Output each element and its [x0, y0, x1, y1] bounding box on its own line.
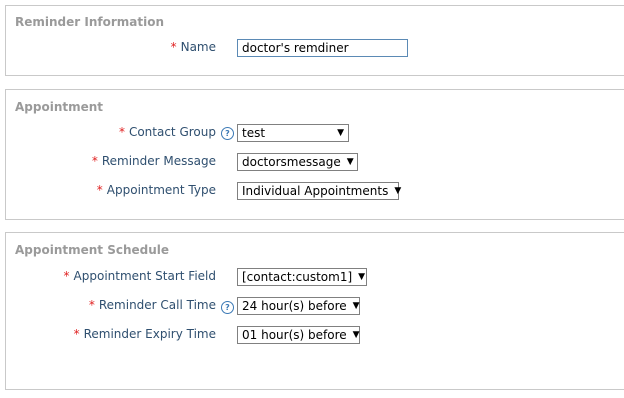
- start-field-label: Appointment Start Field: [73, 269, 216, 283]
- chevron-down-icon: ▼: [346, 157, 354, 167]
- chevron-down-icon: ▼: [394, 186, 402, 196]
- chevron-down-icon: ▼: [337, 128, 344, 138]
- required-marker: *: [73, 327, 80, 341]
- appointment-type-select[interactable]: Individual Appointments ▼: [237, 182, 402, 200]
- expiry-time-label: Reminder Expiry Time: [83, 327, 216, 341]
- appointment-type-label-row: * Appointment Type: [6, 183, 216, 199]
- chevron-down-icon: ▼: [358, 272, 366, 282]
- required-marker: *: [118, 125, 125, 139]
- call-time-value: 24 hour(s) before: [242, 299, 347, 313]
- required-marker: *: [63, 269, 70, 283]
- start-field-select[interactable]: [contact:custom1] ▼: [237, 268, 367, 286]
- section-title: Reminder Information: [15, 15, 164, 29]
- start-field-value: [contact:custom1]: [242, 270, 353, 284]
- chevron-down-icon: ▼: [352, 301, 360, 311]
- required-marker: *: [88, 298, 95, 312]
- call-time-label: Reminder Call Time: [98, 298, 216, 312]
- section-title: Appointment: [15, 100, 104, 114]
- reminder-message-label-row: * Reminder Message: [6, 154, 216, 170]
- appointment-type-value: Individual Appointments: [242, 184, 389, 198]
- appointment-section: Appointment * Contact Group ? test ▼ * Rem…: [5, 89, 624, 220]
- reminder-information-section: Reminder Information * Name: [5, 5, 624, 76]
- contact-group-select[interactable]: test ▼: [237, 124, 349, 142]
- appointment-type-label: Appointment Type: [106, 183, 216, 197]
- contact-group-label-row: * Contact Group: [6, 125, 216, 141]
- expiry-time-value: 01 hour(s) before: [242, 328, 347, 342]
- contact-group-label: Contact Group: [128, 125, 216, 139]
- reminder-message-select[interactable]: doctorsmessage ▼: [237, 153, 358, 171]
- chevron-down-icon: ▼: [352, 330, 360, 340]
- reminder-message-label: Reminder Message: [101, 154, 216, 168]
- call-time-select[interactable]: 24 hour(s) before ▼: [237, 297, 360, 315]
- call-time-label-row: * Reminder Call Time: [6, 298, 216, 314]
- required-marker: *: [96, 183, 103, 197]
- contact-group-value: test: [242, 126, 266, 140]
- name-input[interactable]: [237, 39, 408, 57]
- section-title: Appointment Schedule: [15, 243, 170, 257]
- appointment-schedule-section: Appointment Schedule * Appointment Start …: [5, 232, 624, 390]
- name-label-row: * Name: [6, 40, 216, 56]
- expiry-time-label-row: * Reminder Expiry Time: [6, 327, 216, 343]
- start-field-label-row: * Appointment Start Field: [6, 269, 216, 285]
- expiry-time-select[interactable]: 01 hour(s) before ▼: [237, 326, 360, 344]
- reminder-message-value: doctorsmessage: [242, 155, 341, 169]
- help-icon[interactable]: ?: [221, 301, 234, 314]
- name-label: Name: [180, 40, 216, 54]
- help-icon[interactable]: ?: [221, 127, 234, 140]
- required-marker: *: [91, 154, 98, 168]
- required-marker: *: [170, 40, 177, 54]
